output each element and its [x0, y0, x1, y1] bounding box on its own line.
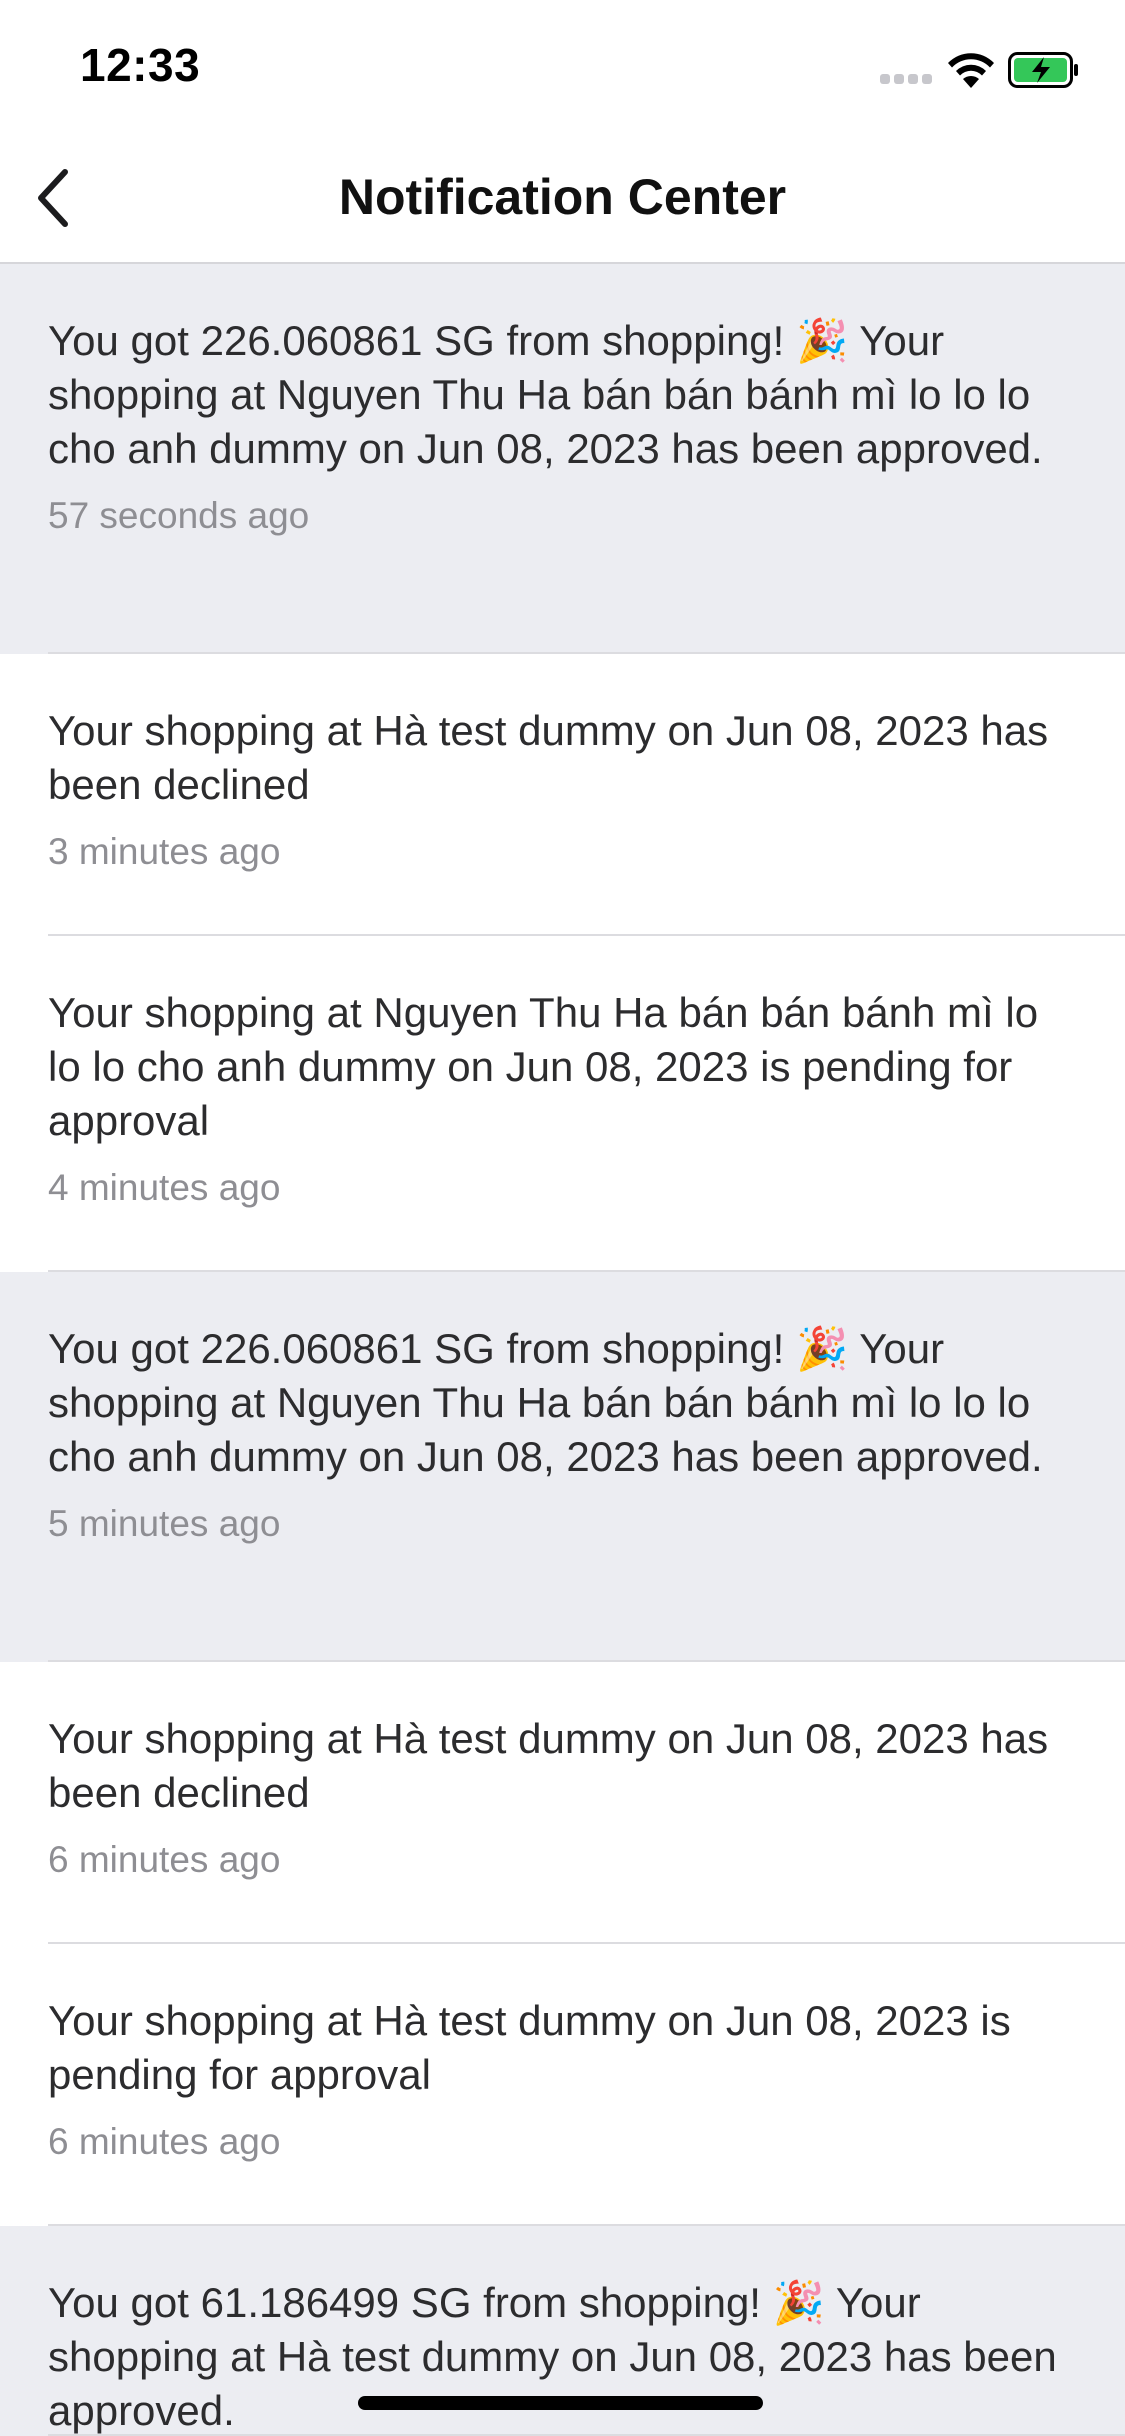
notification-item[interactable]: You got 226.060861 SG from shopping! 🎉 Y… — [0, 1272, 1125, 1662]
notification-item[interactable]: Your shopping at Nguyen Thu Ha bán bán b… — [0, 936, 1125, 1272]
notification-list[interactable]: You got 226.060861 SG from shopping! 🎉 Y… — [0, 264, 1125, 2436]
home-indicator[interactable] — [358, 2396, 763, 2410]
notification-message: Your shopping at Hà test dummy on Jun 08… — [48, 1715, 1049, 1816]
cellular-signal-icon — [880, 74, 934, 86]
wifi-icon — [948, 53, 994, 88]
navigation-bar: Notification Center — [0, 132, 1125, 264]
notification-timestamp: 6 minutes ago — [48, 1839, 281, 1880]
notification-message: You got 226.060861 SG from shopping! 🎉 Y… — [48, 317, 1043, 472]
battery-charging-icon — [1008, 52, 1078, 88]
status-time: 12:33 — [80, 39, 201, 91]
notification-item[interactable]: Your shopping at Hà test dummy on Jun 08… — [0, 1662, 1125, 1944]
notification-message: You got 226.060861 SG from shopping! 🎉 Y… — [48, 1325, 1043, 1480]
notification-timestamp: 4 minutes ago — [48, 1167, 281, 1208]
notification-timestamp: 57 seconds ago — [48, 495, 310, 536]
notification-item[interactable]: Your shopping at Hà test dummy on Jun 08… — [0, 654, 1125, 936]
notification-message: You got 61.186499 SG from shopping! 🎉 Yo… — [48, 2279, 1057, 2434]
notification-message: Your shopping at Hà test dummy on Jun 08… — [48, 707, 1049, 808]
notification-message: Your shopping at Nguyen Thu Ha bán bán b… — [48, 989, 1039, 1144]
notification-timestamp: 3 minutes ago — [48, 831, 281, 872]
notification-timestamp: 6 minutes ago — [48, 2121, 281, 2162]
notification-item[interactable]: You got 226.060861 SG from shopping! 🎉 Y… — [0, 264, 1125, 654]
notification-message: Your shopping at Hà test dummy on Jun 08… — [48, 1997, 1011, 2098]
notification-item[interactable]: Your shopping at Hà test dummy on Jun 08… — [0, 1944, 1125, 2226]
page-title: Notification Center — [338, 169, 787, 225]
status-bar: 12:33 — [0, 0, 1125, 132]
notification-timestamp: 5 minutes ago — [48, 1503, 281, 1544]
